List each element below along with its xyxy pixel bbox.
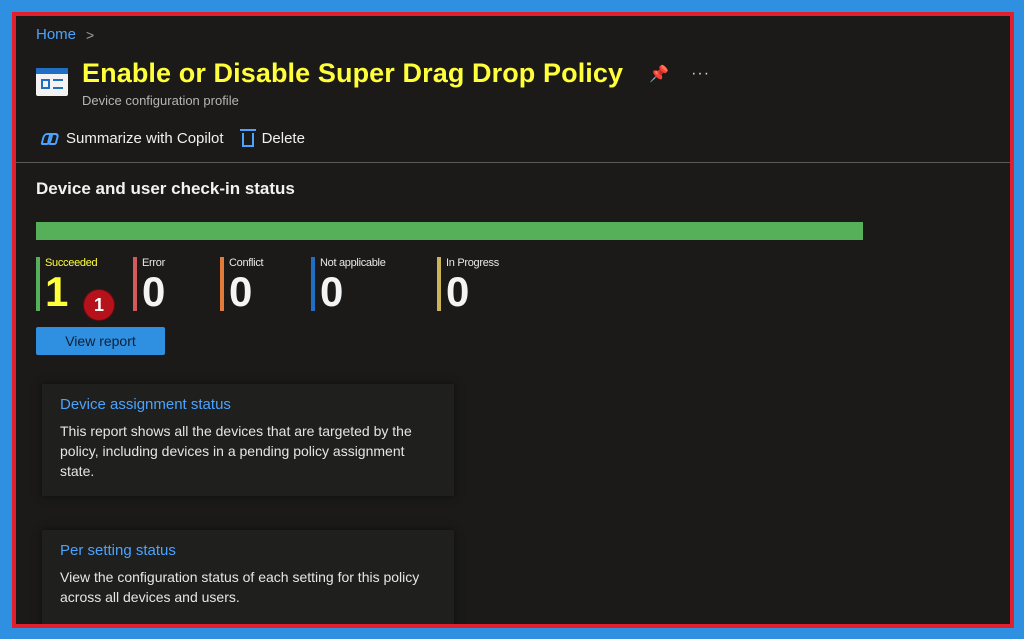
card-description: View the configuration status of each se… <box>60 569 420 605</box>
pin-icon[interactable]: 📌 <box>649 64 669 84</box>
divider <box>16 162 1010 163</box>
breadcrumb: Home > <box>36 26 94 43</box>
card-title-link[interactable]: Device assignment status <box>60 396 436 413</box>
stat-color-bar <box>36 257 40 311</box>
chevron-right-icon: > <box>86 26 95 43</box>
per-setting-status-card: Per setting status View the configuratio… <box>42 530 454 624</box>
card-description: This report shows all the devices that a… <box>60 423 412 479</box>
stat-not-applicable[interactable]: Not applicable 0 <box>311 257 437 315</box>
view-report-button[interactable]: View report <box>36 327 165 355</box>
stat-color-bar <box>133 257 137 311</box>
stat-color-bar <box>311 257 315 311</box>
more-options-icon[interactable]: ··· <box>691 65 710 83</box>
copilot-icon <box>42 132 58 146</box>
page-subtitle: Device configuration profile <box>82 93 239 108</box>
progress-fill <box>36 222 863 240</box>
stat-value: 0 <box>446 268 470 315</box>
command-bar: Summarize with Copilot Delete <box>42 129 315 147</box>
breadcrumb-home[interactable]: Home <box>36 26 76 43</box>
stat-value: 0 <box>320 268 344 315</box>
page-header: Enable or Disable Super Drag Drop Policy… <box>36 58 710 108</box>
device-profile-icon <box>36 68 68 96</box>
delete-button[interactable]: Delete <box>239 129 305 147</box>
stat-value: 0 <box>142 268 166 315</box>
summarize-with-copilot-button[interactable]: Summarize with Copilot <box>42 130 224 147</box>
card-title-link[interactable]: Per setting status <box>60 542 436 559</box>
stat-color-bar <box>437 257 441 311</box>
check-in-progress-bar <box>36 222 863 240</box>
stat-color-bar <box>220 257 224 311</box>
copilot-label: Summarize with Copilot <box>66 130 224 147</box>
delete-label: Delete <box>261 130 305 147</box>
device-assignment-status-card: Device assignment status This report sho… <box>42 384 454 496</box>
page-title: Enable or Disable Super Drag Drop Policy <box>82 58 624 88</box>
section-title: Device and user check-in status <box>36 179 295 198</box>
stat-conflict[interactable]: Conflict 0 <box>220 257 311 315</box>
stat-in-progress[interactable]: In Progress 0 <box>437 257 536 315</box>
highlight-frame: Home > Enable or Disable Super Drag Drop… <box>12 12 1014 628</box>
step-number-badge: 1 <box>84 290 114 320</box>
trash-icon <box>239 129 256 147</box>
stat-value: 0 <box>229 268 253 315</box>
stat-error[interactable]: Error 0 <box>133 257 220 315</box>
